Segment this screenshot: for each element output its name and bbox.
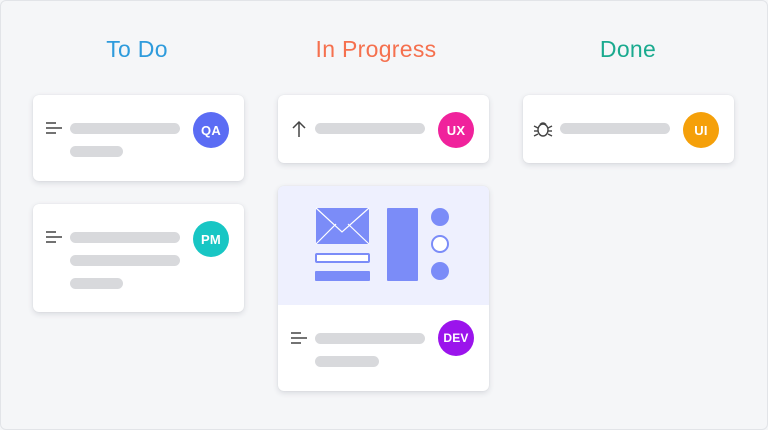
subtitle-placeholder: [70, 146, 123, 157]
lines-icon: [291, 332, 307, 344]
column-title-todo: To Do: [106, 36, 168, 62]
avatar[interactable]: PM: [193, 221, 229, 257]
task-card-progress-1[interactable]: UX: [278, 95, 489, 163]
column-title-in-progress: In Progress: [315, 36, 437, 62]
task-card-todo-1[interactable]: QA: [33, 95, 244, 181]
card-preview-image: [278, 186, 489, 305]
lines-icon: [46, 231, 62, 243]
avatar[interactable]: DEV: [438, 320, 474, 356]
task-card-todo-2[interactable]: PM: [33, 204, 244, 312]
description-placeholder: [70, 255, 180, 266]
title-placeholder: [70, 123, 180, 134]
title-placeholder: [70, 232, 180, 243]
avatar[interactable]: UI: [683, 112, 719, 148]
arrow-up-icon: [292, 120, 306, 137]
wireframe-illustration: [315, 207, 449, 281]
lines-icon: [46, 122, 62, 134]
task-card-progress-2[interactable]: DEV: [278, 186, 489, 391]
avatar[interactable]: QA: [193, 112, 229, 148]
subtitle-placeholder: [315, 356, 379, 367]
column-title-done: Done: [599, 36, 657, 62]
task-card-done-1[interactable]: UI: [523, 95, 734, 163]
avatar[interactable]: UX: [438, 112, 474, 148]
bug-icon: [533, 122, 553, 137]
title-placeholder: [315, 123, 425, 134]
title-placeholder: [315, 333, 425, 344]
title-placeholder: [560, 123, 670, 134]
subtitle-placeholder: [70, 278, 123, 289]
